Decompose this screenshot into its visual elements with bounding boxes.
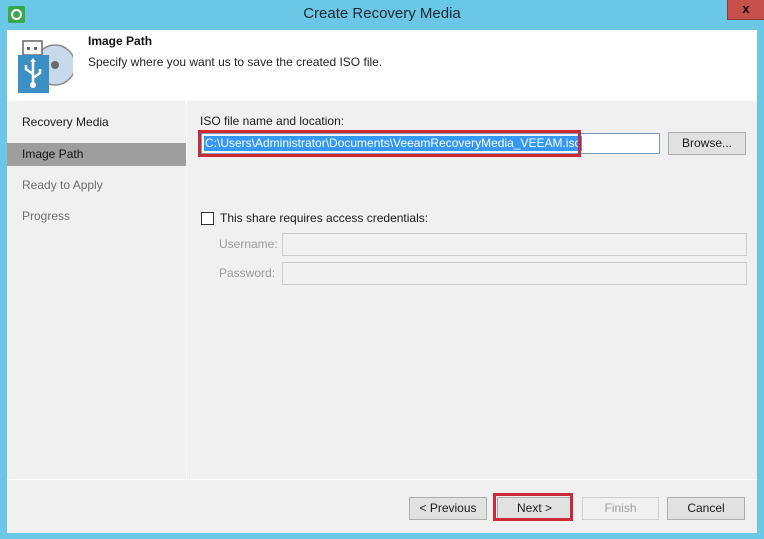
browse-button[interactable]: Browse... xyxy=(668,132,746,155)
iso-path-value: C:\Users\Administrator\Documents\VeeamRe… xyxy=(204,136,583,151)
step-progress: Progress xyxy=(22,209,71,223)
step-ready-to-apply: Ready to Apply xyxy=(22,178,103,192)
step-recovery-media[interactable]: Recovery Media xyxy=(7,111,186,134)
username-input[interactable] xyxy=(282,233,747,256)
footer-divider xyxy=(7,479,757,480)
window-title: Create Recovery Media xyxy=(303,5,461,22)
username-label: Username: xyxy=(219,237,278,251)
wizard-window: Image Path Specify where you want us to … xyxy=(7,30,757,533)
previous-button[interactable]: < Previous xyxy=(409,497,487,520)
wizard-steps: Recovery Media Image Path Ready to Apply… xyxy=(7,101,187,479)
finish-button: Finish xyxy=(582,497,659,520)
credentials-checkbox[interactable] xyxy=(201,212,214,225)
page-title: Image Path xyxy=(88,34,153,48)
step-image-path[interactable]: Image Path xyxy=(7,143,186,166)
title-bar: Create Recovery Media x xyxy=(0,0,764,30)
page-subtitle: Specify where you want us to save the cr… xyxy=(88,55,383,69)
wizard-content: ISO file name and location: C:\Users\Adm… xyxy=(187,101,757,479)
cancel-button[interactable]: Cancel xyxy=(667,497,745,520)
iso-path-label: ISO file name and location: xyxy=(200,114,345,128)
credentials-checkbox-label[interactable]: This share requires access credentials: xyxy=(220,211,428,225)
password-label: Password: xyxy=(219,266,276,280)
wizard-header: Image Path Specify where you want us to … xyxy=(7,30,757,101)
next-button[interactable]: Next > xyxy=(497,497,572,520)
usb-disc-icon xyxy=(18,40,73,93)
iso-path-input[interactable]: C:\Users\Administrator\Documents\VeeamRe… xyxy=(201,133,660,154)
close-button[interactable]: x xyxy=(727,0,764,20)
password-input[interactable] xyxy=(282,262,747,285)
